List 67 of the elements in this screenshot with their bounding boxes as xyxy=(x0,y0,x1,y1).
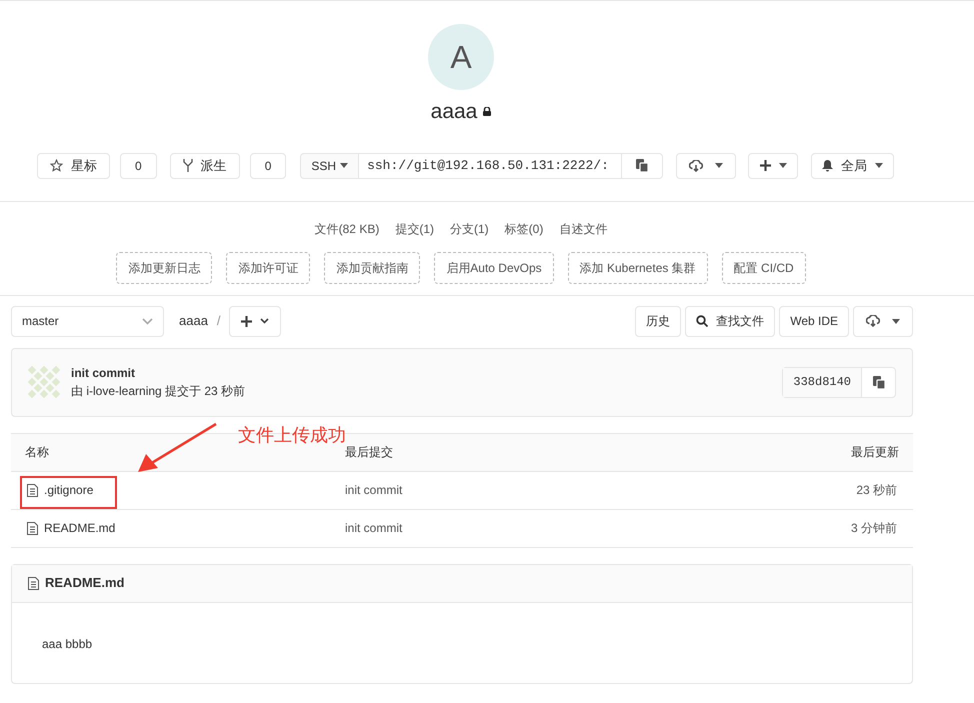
breadcrumb-separator: / xyxy=(216,312,221,330)
caret-icon xyxy=(892,318,900,324)
annotation-text: 文件上传成功 xyxy=(238,424,346,446)
stat-link[interactable]: 提交(1) xyxy=(395,220,434,238)
quick-action-button[interactable]: 添加许可证 xyxy=(226,252,310,284)
readme-content: aaa bbbb xyxy=(42,636,94,652)
add-file-button[interactable] xyxy=(228,306,281,336)
bell-icon xyxy=(822,160,834,172)
updated-time-cell-text: 23 秒前 xyxy=(856,482,897,499)
column-header: 最后更新 xyxy=(851,444,899,461)
column-header: 名称 xyxy=(25,444,50,461)
caret-icon xyxy=(778,163,787,168)
column-header: 最后提交 xyxy=(345,444,393,461)
plus-icon xyxy=(240,316,252,326)
count-badge: 0 xyxy=(250,152,286,178)
commit-sha[interactable]: 338d8140 xyxy=(783,368,862,396)
caret-icon xyxy=(340,163,348,168)
quick-action-button[interactable]: 添加 Kubernetes 集群 xyxy=(568,252,708,284)
readme-title: README.md xyxy=(45,574,124,592)
updated-time-cell-text: 3 分钟前 xyxy=(850,520,897,537)
project-title: aaaa xyxy=(430,99,478,125)
download-button[interactable] xyxy=(853,306,913,336)
clone-url-field[interactable]: ssh://git@192.168.50.131:2222/: xyxy=(359,152,622,178)
download-button[interactable] xyxy=(676,152,736,178)
notification-button[interactable]: 全局 xyxy=(811,152,894,178)
file-link[interactable]: .gitignore xyxy=(44,481,94,499)
toolbar-button[interactable]: 历史 xyxy=(635,306,682,336)
cloud-download-icon xyxy=(689,160,704,172)
commit-message-cell[interactable]: init commit xyxy=(345,481,402,499)
commit-meta: 由 i-love-learning 提交于 23 秒前 xyxy=(71,383,246,400)
star-icon xyxy=(50,159,63,172)
file-icon xyxy=(27,484,38,496)
branch-dropdown[interactable]: master xyxy=(11,306,164,336)
chevron-icon xyxy=(260,318,269,324)
find-file-button[interactable]: 查找文件 xyxy=(685,306,776,336)
copy-icon xyxy=(872,376,884,388)
fork-icon xyxy=(182,159,193,172)
search-icon xyxy=(696,315,708,327)
quick-action-button[interactable]: 添加更新日志 xyxy=(116,252,212,284)
project-avatar: A xyxy=(428,24,494,90)
stat-link[interactable]: 自述文件 xyxy=(559,220,608,238)
breadcrumb-link[interactable]: aaaa xyxy=(179,311,208,331)
quick-action-button[interactable]: 启用Auto DevOps xyxy=(434,252,554,284)
copy-button[interactable] xyxy=(621,152,664,178)
stat-link[interactable]: 分支(1) xyxy=(450,220,489,238)
count-badge: 0 xyxy=(120,152,157,178)
identicon-icon xyxy=(28,366,60,398)
caret-icon xyxy=(715,163,724,168)
commit-message-cell[interactable]: init commit xyxy=(345,519,402,537)
chevron-icon xyxy=(142,318,153,324)
quick-action-button[interactable]: 配置 CI/CD xyxy=(722,252,806,284)
caret-icon xyxy=(875,163,884,168)
star-button[interactable]: 星标 xyxy=(37,152,110,178)
plus-icon xyxy=(760,160,771,171)
commit-title[interactable]: init commit xyxy=(71,364,246,382)
stat-link[interactable]: 标签(0) xyxy=(504,220,544,238)
file-link[interactable]: README.md xyxy=(44,519,116,537)
cloud-download-icon xyxy=(866,315,880,327)
quick-action-button[interactable]: 添加贡献指南 xyxy=(324,252,420,284)
toolbar-button[interactable]: Web IDE xyxy=(779,306,849,336)
fork-button[interactable]: 派生 xyxy=(170,152,240,178)
file-icon xyxy=(28,576,39,590)
copy-icon xyxy=(636,159,648,172)
protocol-dropdown[interactable]: SSH xyxy=(300,152,360,178)
stat-link[interactable]: 文件(82 KB) xyxy=(314,220,380,238)
file-icon xyxy=(27,522,38,534)
add-button[interactable] xyxy=(748,152,798,178)
